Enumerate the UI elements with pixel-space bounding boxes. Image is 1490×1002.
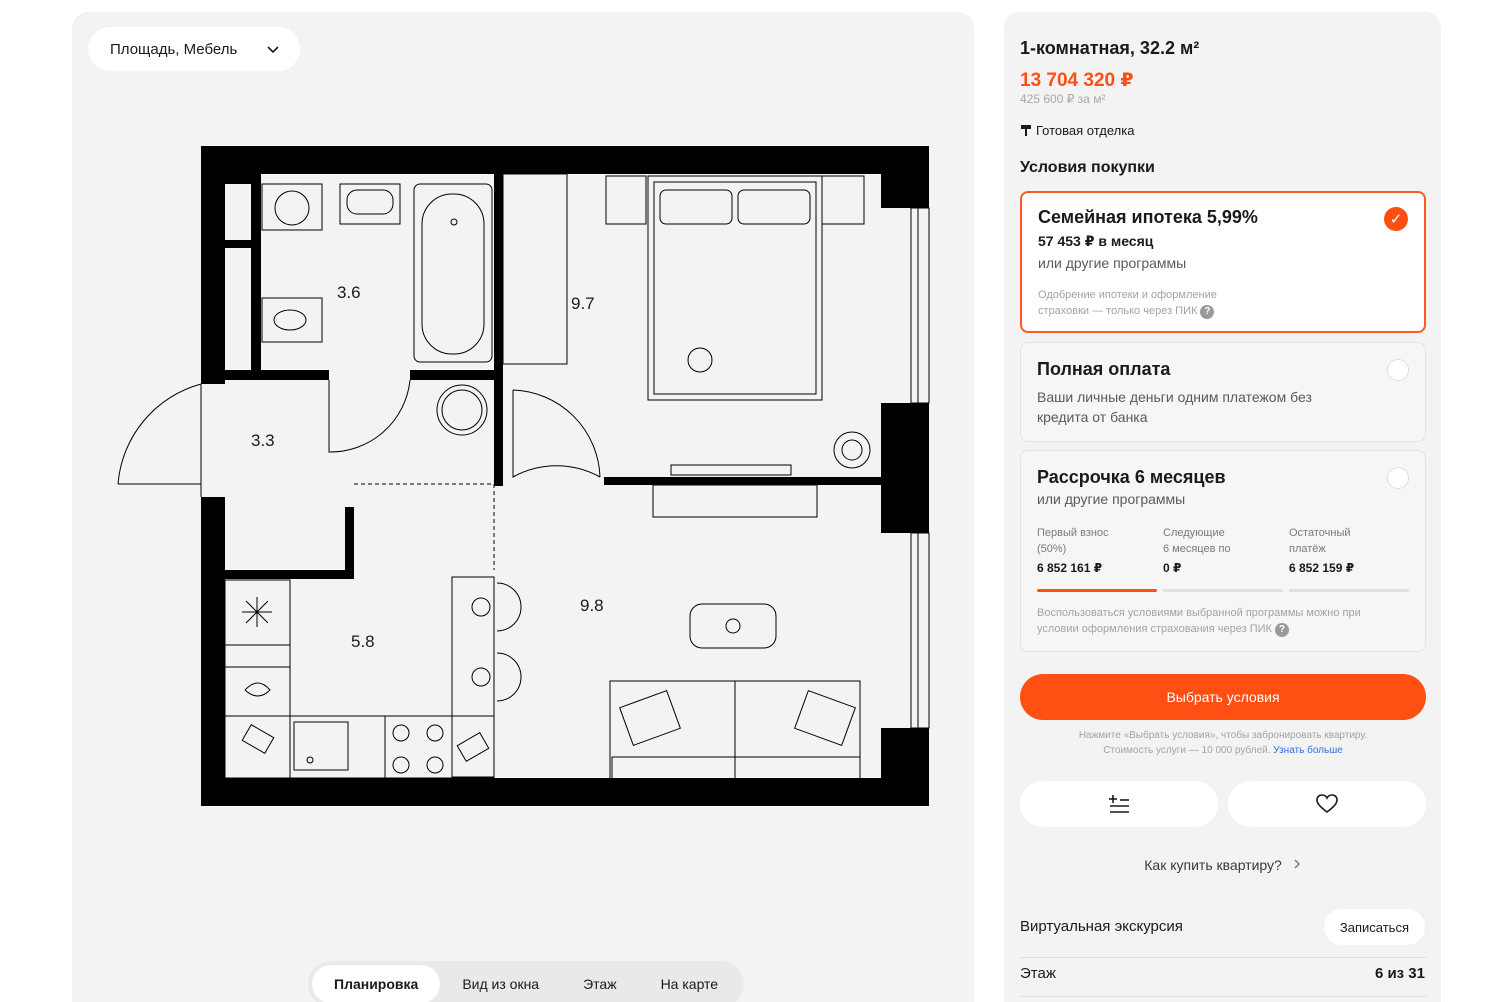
room-area-bath: 3.6 [337, 283, 361, 302]
full-payment-radio[interactable] [1387, 359, 1409, 381]
installment-col-bar [1163, 589, 1283, 592]
installment-col-value: 0 ₽ [1163, 561, 1182, 575]
installment-col-label-line2: (50%) [1037, 543, 1067, 555]
full-payment-desc: Ваши личные деньги одним платежом без кр… [1037, 387, 1312, 427]
full-payment-desc-line1: Ваши личные деньги одним платежом без [1037, 389, 1312, 405]
help-icon[interactable]: ? [1200, 305, 1215, 319]
installment-col-value: 6 852 161 ₽ [1037, 561, 1103, 575]
tab-layout[interactable]: Планировка [312, 965, 441, 1002]
favorite-button[interactable] [1228, 781, 1426, 827]
finish-badge: Готовая отделка [1020, 123, 1134, 138]
installment-col-bar [1037, 589, 1157, 592]
installment-col-value: 6 852 159 ₽ [1289, 561, 1355, 575]
installment-card[interactable]: Рассрочка 6 месяцев или другие программы… [1020, 450, 1426, 652]
room-area-hall: 3.3 [251, 431, 275, 450]
family-mortgage-note: Одобрение ипотеки и оформление страховки… [1038, 287, 1217, 319]
installment-note: Воспользоваться условиями выбранной прог… [1037, 605, 1361, 637]
booking-note-line2: Стоимость услуги — 10 000 рублей. [1103, 745, 1271, 756]
family-mortgage-monthly: 57 453 ₽ в месяц [1038, 233, 1154, 249]
family-mortgage-title: Семейная ипотека 5,99% [1038, 207, 1258, 227]
help-icon[interactable]: ? [1275, 623, 1290, 637]
installment-col-label: Первый взнос (50%) [1037, 525, 1157, 557]
family-mortgage-note-line2-row: страховки — только через ПИК ? [1038, 303, 1217, 319]
installment-note-line2-row: условии оформления страхования через ПИК… [1037, 621, 1361, 637]
how-to-buy-link[interactable]: Как купить квартиру? [1020, 857, 1426, 873]
compare-button[interactable] [1020, 781, 1218, 827]
installment-other: или другие программы [1037, 491, 1186, 507]
family-mortgage-note-line2: страховки — только через ПИК [1038, 305, 1198, 317]
chevron-down-icon [267, 46, 279, 54]
installment-first-payment: Первый взнос (50%) 6 852 161 ₽ [1037, 525, 1157, 592]
paint-roller-icon [1021, 125, 1031, 136]
apartment-price: 13 704 320 ₽ [1020, 70, 1134, 91]
installment-final-payment: Остаточный платёж 6 852 159 ₽ [1289, 525, 1409, 592]
full-payment-desc-line2: кредита от банка [1037, 409, 1148, 425]
installment-col-label-line1: Следующие [1163, 527, 1225, 539]
installment-col-label-line2: платёж [1289, 543, 1326, 555]
room-area-kitchen: 5.8 [351, 632, 375, 651]
divider [1020, 996, 1426, 997]
booking-note-line1: Нажмите «Выбрать условия», чтобы заброни… [1078, 730, 1368, 741]
virtual-tour-label: Виртуальная экскурсия [1020, 918, 1183, 935]
learn-more-link[interactable]: Узнать больше [1273, 745, 1343, 756]
floor-label: Этаж [1020, 965, 1056, 982]
tab-floor[interactable]: Этаж [561, 965, 638, 1002]
tab-window-view[interactable]: Вид из окна [440, 965, 561, 1002]
heart-icon [1316, 794, 1338, 814]
installment-radio[interactable] [1387, 467, 1409, 489]
apartment-info-panel: 1-комнатная, 32.2 м² 13 704 320 ₽ 425 60… [1004, 12, 1441, 1002]
check-icon: ✓ [1384, 207, 1408, 231]
installment-col-label-line2: 6 месяцев по [1163, 543, 1231, 555]
booking-note: Нажмите «Выбрать условия», чтобы заброни… [1020, 728, 1426, 758]
installment-note-line1: Воспользоваться условиями выбранной прог… [1037, 607, 1361, 619]
finish-label: Готовая отделка [1036, 123, 1135, 138]
installment-col-label: Остаточный платёж [1289, 525, 1409, 557]
family-mortgage-other: или другие программы [1038, 255, 1187, 271]
installment-note-line2: условии оформления страхования через ПИК [1037, 623, 1272, 635]
how-to-buy-label: Как купить квартиру? [1144, 857, 1282, 873]
compare-icon [1109, 795, 1129, 813]
plan-filter-label: Площадь, Мебель [110, 40, 238, 58]
purchase-conditions-heading: Условия покупки [1020, 159, 1155, 176]
floor-plan: 3.6 9.7 3.3 5.8 9.8 [117, 146, 930, 806]
full-payment-card[interactable]: Полная оплата Ваши личные деньги одним п… [1020, 342, 1426, 442]
divider [1020, 957, 1426, 958]
full-payment-title: Полная оплата [1037, 359, 1171, 379]
installment-title: Рассрочка 6 месяцев [1037, 467, 1226, 487]
choose-conditions-button[interactable]: Выбрать условия [1020, 674, 1426, 720]
chevron-right-icon [1294, 859, 1300, 869]
tab-map[interactable]: На карте [639, 965, 741, 1002]
family-mortgage-card[interactable]: Семейная ипотека 5,99% 57 453 ₽ в месяц … [1020, 191, 1426, 333]
family-mortgage-note-line1: Одобрение ипотеки и оформление [1038, 289, 1217, 301]
virtual-tour-signup-button[interactable]: Записаться [1323, 909, 1425, 945]
installment-col-label: Следующие 6 месяцев по [1163, 525, 1283, 557]
installment-col-label-line1: Остаточный [1289, 527, 1351, 539]
installment-next-payments: Следующие 6 месяцев по 0 ₽ [1163, 525, 1283, 592]
installment-col-bar [1289, 589, 1409, 592]
plan-filter-dropdown[interactable]: Площадь, Мебель [88, 27, 300, 71]
installment-col-label-line1: Первый взнос [1037, 527, 1109, 539]
plan-view-tabs: Планировка Вид из окна Этаж На карте [308, 961, 745, 1002]
floor-value: 6 из 31 [1374, 965, 1425, 982]
room-area-bedroom: 9.7 [571, 294, 595, 313]
floor-plan-panel: 3.6 9.7 3.3 5.8 9.8 Площадь, Мебель План… [72, 12, 974, 1002]
apartment-title: 1-комнатная, 32.2 м² [1020, 38, 1200, 58]
room-area-living: 9.8 [580, 596, 604, 615]
price-per-m2: 425 600 ₽ за м² [1020, 92, 1106, 106]
booking-note-line2-row: Стоимость услуги — 10 000 рублей. Узнать… [1020, 743, 1426, 758]
